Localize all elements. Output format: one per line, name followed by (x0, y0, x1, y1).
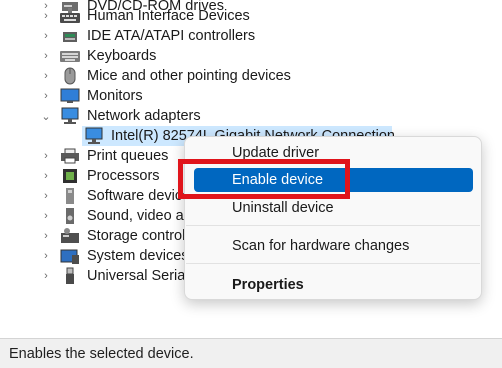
monitor-icon (60, 86, 80, 106)
tree-item-ide-ata-atapi-controllers[interactable]: › IDE ATA/ATAPI controllers (0, 26, 502, 46)
scan-hardware-menu-item[interactable]: Scan for hardware changes (194, 234, 473, 258)
status-bar: Enables the selected device. (0, 338, 502, 368)
tree-item-label: Processors (87, 168, 160, 184)
usb-icon (60, 266, 80, 286)
tree-item-label: Human Interface Devices (87, 8, 250, 24)
chevron-right-icon[interactable]: › (40, 166, 52, 186)
network-adapter-icon (60, 106, 80, 126)
chevron-right-icon[interactable]: › (40, 26, 52, 46)
tree-item-label: Software devices (87, 188, 198, 204)
tree-item-label: Mice and other pointing devices (87, 68, 291, 84)
context-menu: Update driver Enable device Uninstall de… (184, 136, 482, 300)
keyboard-icon (60, 46, 80, 66)
chevron-right-icon[interactable]: › (40, 186, 52, 206)
chevron-right-icon[interactable]: › (40, 46, 52, 66)
speaker-icon (60, 206, 80, 226)
printer-icon (60, 146, 80, 166)
mouse-icon (60, 66, 80, 86)
tree-item-label: System devices (87, 248, 189, 264)
menu-separator (186, 263, 480, 264)
chevron-right-icon[interactable]: › (40, 6, 52, 26)
chevron-right-icon[interactable]: › (40, 246, 52, 266)
chevron-right-icon[interactable]: › (40, 266, 52, 286)
tree-item-label: Monitors (87, 88, 143, 104)
chevron-right-icon[interactable]: › (40, 206, 52, 226)
tree-item-label: Network adapters (87, 108, 201, 124)
tree-item-mice[interactable]: › Mice and other pointing devices (0, 66, 502, 86)
storage-controller-icon (60, 226, 80, 246)
chevron-down-icon[interactable]: ⌄ (40, 106, 52, 126)
enable-device-menu-item[interactable]: Enable device (194, 168, 473, 192)
tree-item-human-interface-devices[interactable]: › Human Interface Devices (0, 6, 502, 26)
tree-item-keyboards[interactable]: › Keyboards (0, 46, 502, 66)
network-adapter-icon (84, 126, 104, 146)
hid-icon (60, 6, 80, 26)
properties-menu-item[interactable]: Properties (194, 273, 473, 297)
tree-item-monitors[interactable]: › Monitors (0, 86, 502, 106)
update-driver-menu-item[interactable]: Update driver (194, 141, 473, 165)
chevron-right-icon[interactable]: › (40, 86, 52, 106)
software-device-icon (60, 186, 80, 206)
tree-item-label: IDE ATA/ATAPI controllers (87, 28, 256, 44)
menu-separator (186, 225, 480, 226)
chevron-right-icon[interactable]: › (40, 146, 52, 166)
chevron-right-icon[interactable]: › (40, 66, 52, 86)
ide-controller-icon (60, 26, 80, 46)
tree-item-label: Keyboards (87, 48, 157, 64)
status-text: Enables the selected device. (9, 345, 194, 362)
processor-icon (60, 166, 80, 186)
tree-item-label: Print queues (87, 148, 169, 164)
system-device-icon (60, 246, 80, 266)
uninstall-device-menu-item[interactable]: Uninstall device (194, 196, 473, 220)
tree-item-network-adapters[interactable]: ⌄ Network adapters (0, 106, 502, 126)
chevron-right-icon[interactable]: › (40, 226, 52, 246)
